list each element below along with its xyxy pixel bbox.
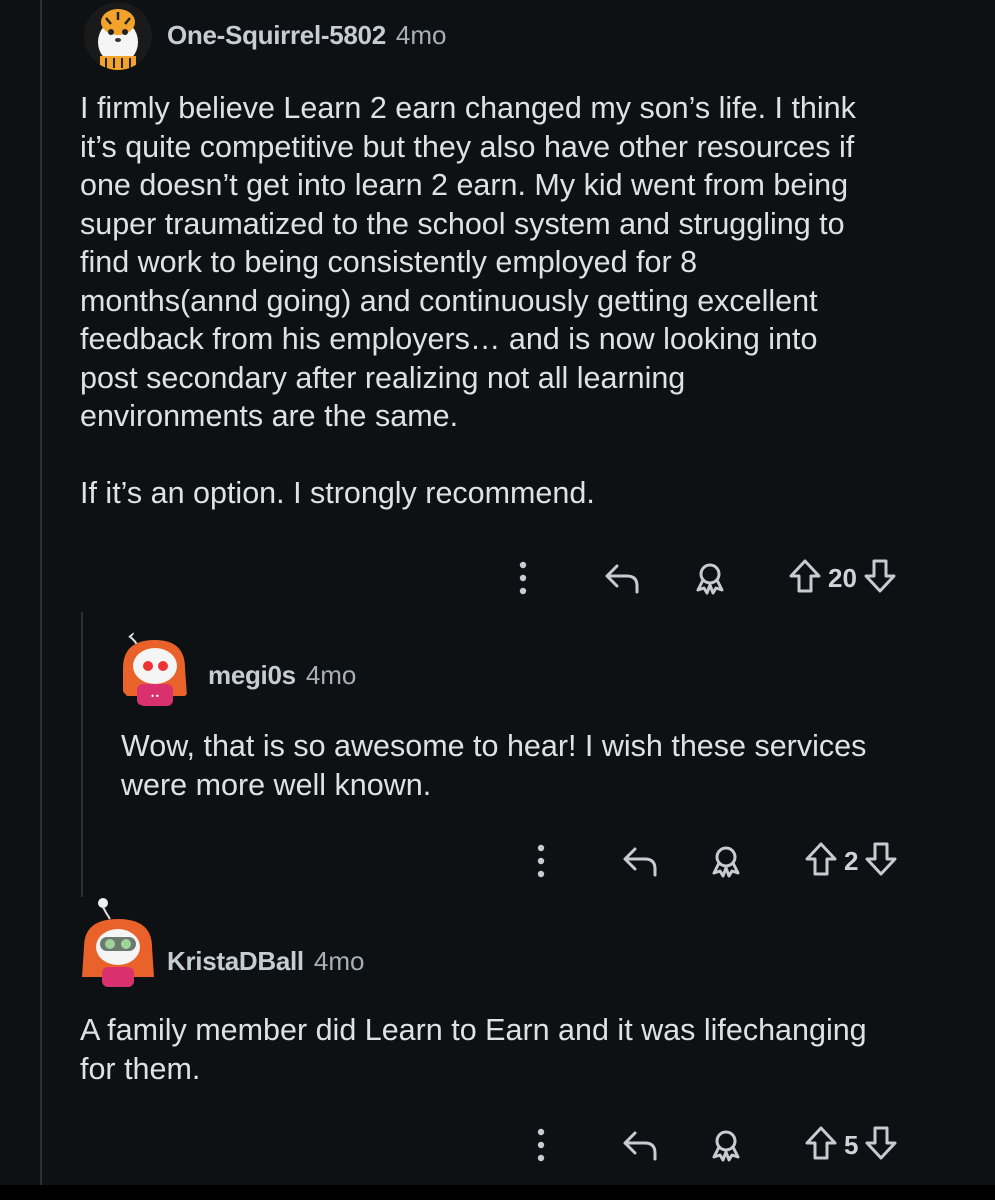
- upvote-button[interactable]: [804, 841, 838, 882]
- comment-actions: 5: [518, 1125, 958, 1165]
- upvote-icon: [789, 559, 821, 592]
- tiger-avatar-icon[interactable]: [84, 2, 152, 70]
- award-icon: [712, 846, 740, 878]
- comment-body: Wow, that is so awesome to hear! I wish …: [121, 729, 867, 802]
- upvote-button[interactable]: [804, 1125, 838, 1166]
- comment-body: I firmly believe Learn 2 earn changed my…: [80, 91, 856, 510]
- comment-megi0s: •• megi0s 4mo Wow, that is so awesome to…: [0, 610, 995, 895]
- award-icon: [696, 563, 724, 595]
- upvote-icon: [805, 1126, 837, 1159]
- vote-controls: 20: [788, 558, 897, 598]
- downvote-button[interactable]: [863, 558, 897, 599]
- vote-score: 5: [844, 1129, 859, 1160]
- comment-actions: 2: [518, 841, 958, 881]
- award-button[interactable]: [704, 1125, 748, 1165]
- more-options-icon: [537, 1128, 545, 1162]
- comment-body: A family member did Learn to Earn and it…: [80, 1013, 867, 1086]
- reply-icon: [605, 564, 639, 594]
- downvote-button[interactable]: [864, 841, 898, 882]
- vote-score: 2: [844, 845, 859, 876]
- comment-age: 4mo: [395, 20, 447, 50]
- redhead-avatar-icon[interactable]: ••: [115, 626, 197, 708]
- username[interactable]: One-Squirrel-5802: [167, 20, 386, 51]
- goggles-avatar-icon[interactable]: [78, 897, 158, 992]
- award-button[interactable]: [704, 841, 748, 881]
- more-options-button[interactable]: [526, 841, 556, 881]
- comment-age: 4mo: [313, 946, 365, 976]
- vote-controls: 2: [804, 841, 898, 881]
- more-options-button[interactable]: [508, 558, 538, 598]
- downvote-icon: [865, 842, 897, 875]
- upvote-button[interactable]: [788, 558, 822, 599]
- username[interactable]: KristaDBall: [167, 946, 304, 977]
- more-options-icon: [519, 561, 527, 595]
- comment-age: 4mo: [305, 660, 357, 690]
- svg-text:••: ••: [150, 692, 159, 701]
- comment-header: KristaDBall 4mo: [167, 946, 364, 977]
- username[interactable]: megi0s: [208, 660, 296, 691]
- comment-kristadball: KristaDBall 4mo A family member did Lear…: [0, 895, 995, 1185]
- downvote-button[interactable]: [864, 1125, 898, 1166]
- comment-one-squirrel: One-Squirrel-5802 4mo I firmly believe L…: [0, 0, 995, 610]
- comment-header: One-Squirrel-5802 4mo: [167, 20, 446, 51]
- reply-button[interactable]: [618, 1125, 662, 1165]
- award-icon: [712, 1130, 740, 1162]
- vote-controls: 5: [804, 1125, 898, 1165]
- downvote-icon: [865, 1126, 897, 1159]
- reply-button[interactable]: [600, 558, 644, 598]
- comment-header: megi0s 4mo: [208, 660, 356, 691]
- more-options-icon: [537, 844, 545, 878]
- reply-icon: [623, 1131, 657, 1161]
- award-button[interactable]: [688, 558, 732, 598]
- more-options-button[interactable]: [526, 1125, 556, 1165]
- comment-actions: 20: [500, 558, 940, 598]
- bottom-edge: [0, 1185, 995, 1200]
- downvote-icon: [864, 559, 896, 592]
- upvote-icon: [805, 842, 837, 875]
- vote-score: 20: [828, 562, 857, 593]
- reply-icon: [623, 847, 657, 877]
- reply-button[interactable]: [618, 841, 662, 881]
